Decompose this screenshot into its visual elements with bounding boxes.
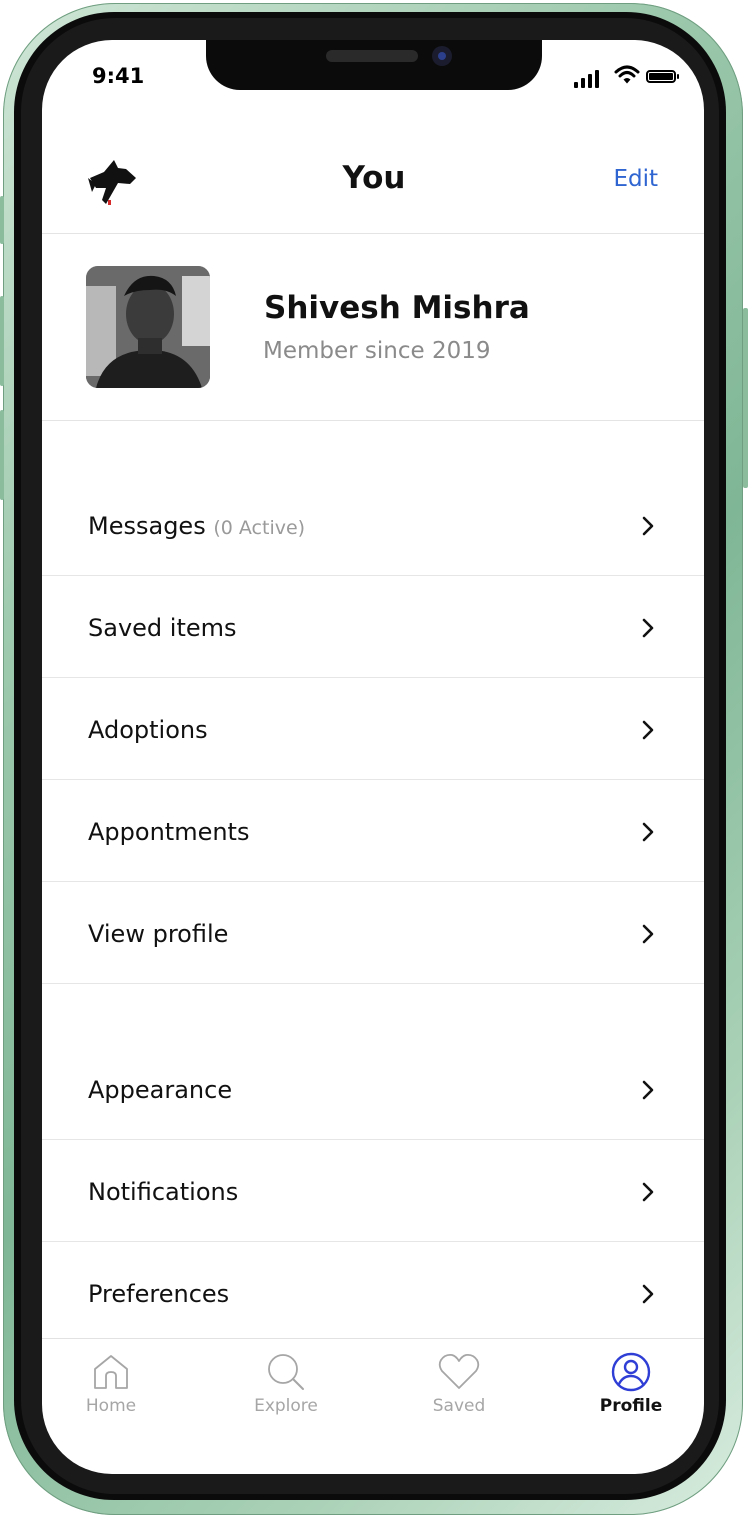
mute-switch (0, 196, 4, 244)
menu-item-appearance[interactable]: Appearance (42, 1040, 704, 1140)
chevron-right-icon (642, 618, 654, 638)
power-button (743, 308, 748, 488)
chevron-right-icon (642, 1284, 654, 1304)
battery-icon (646, 70, 676, 83)
tab-explore[interactable]: Explore (231, 1352, 341, 1416)
speaker-grille (326, 50, 418, 62)
tab-saved[interactable]: Saved (404, 1352, 514, 1416)
status-time: 9:41 (92, 64, 145, 88)
header-divider (42, 233, 704, 234)
tab-label: Explore (254, 1396, 318, 1416)
user-circle-icon (611, 1352, 651, 1392)
wifi-icon (614, 65, 640, 84)
user-name: Shivesh Mishra (264, 290, 530, 326)
member-since: Member since 2019 (263, 338, 491, 364)
menu-item-label: Notifications (88, 1178, 239, 1206)
tab-home[interactable]: Home (56, 1352, 166, 1416)
menu-item-view-profile[interactable]: View profile (42, 884, 704, 984)
chevron-right-icon (642, 822, 654, 842)
menu-item-label: View profile (88, 920, 229, 948)
volume-up-button (0, 296, 4, 386)
home-icon (94, 1355, 128, 1389)
volume-down-button (0, 410, 4, 500)
tab-label: Saved (432, 1396, 486, 1416)
menu-item-label: Messages (88, 512, 206, 540)
chevron-right-icon (642, 924, 654, 944)
menu-item-label: Adoptions (88, 716, 208, 744)
messages-active-count: (0 Active) (213, 517, 306, 539)
edit-button[interactable]: Edit (613, 166, 658, 192)
menu-item-label: Appontments (88, 818, 250, 846)
avatar-photo (86, 266, 210, 388)
menu-item-label: Saved items (88, 614, 237, 642)
menu-item-notifications[interactable]: Notifications (42, 1142, 704, 1242)
tab-profile[interactable]: Profile (576, 1352, 686, 1416)
chevron-right-icon (642, 1080, 654, 1100)
tabbar-divider (42, 1338, 704, 1339)
front-camera (432, 46, 452, 66)
chevron-right-icon (642, 1182, 654, 1202)
avatar[interactable] (86, 266, 210, 388)
tab-label: Home (85, 1396, 137, 1416)
chevron-right-icon (642, 720, 654, 740)
menu-item-saved-items[interactable]: Saved items (42, 578, 704, 678)
menu-item-messages[interactable]: Messages (0 Active) (42, 476, 704, 576)
menu-item-adoptions[interactable]: Adoptions (42, 680, 704, 780)
menu-item-label: Preferences (88, 1280, 230, 1308)
profile-divider (42, 420, 704, 421)
heart-icon (438, 1353, 480, 1389)
chevron-right-icon (642, 516, 654, 536)
notch (206, 40, 542, 90)
tab-label: Profile (599, 1396, 663, 1416)
search-icon (268, 1354, 304, 1390)
menu-item-label: Appearance (88, 1076, 233, 1104)
menu-item-preferences[interactable]: Preferences (42, 1244, 704, 1344)
menu-item-appointments[interactable]: Appontments (42, 782, 704, 882)
